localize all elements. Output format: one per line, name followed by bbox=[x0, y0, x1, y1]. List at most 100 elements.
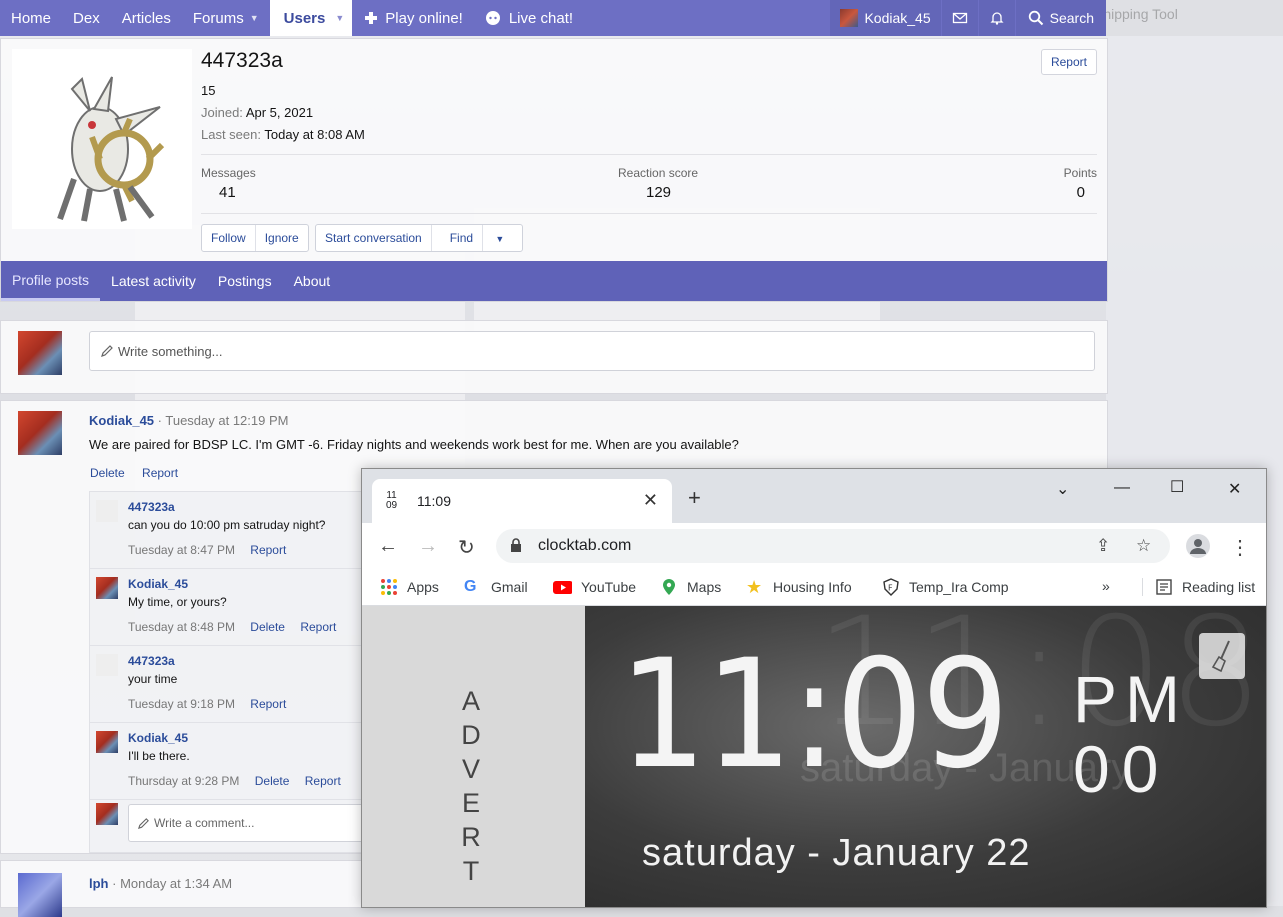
avatar[interactable] bbox=[96, 500, 118, 522]
maximize-icon[interactable]: ☐ bbox=[1170, 477, 1184, 497]
avatar[interactable] bbox=[96, 731, 118, 753]
profile-last-seen: Last seen: Today at 8:08 AM bbox=[201, 127, 365, 142]
post-author[interactable]: lph bbox=[89, 876, 109, 891]
follow-button[interactable]: Follow bbox=[202, 225, 256, 251]
comment-meta: Tuesday at 8:48 PM Delete Report bbox=[128, 620, 336, 634]
star-icon[interactable]: ☆ bbox=[1136, 536, 1151, 556]
minimize-icon[interactable]: — bbox=[1114, 479, 1130, 497]
tab-about[interactable]: About bbox=[283, 261, 342, 301]
post-time[interactable]: · Monday at 1:34 AM bbox=[112, 876, 232, 891]
envelope-icon bbox=[952, 12, 967, 24]
profile-icon[interactable] bbox=[1186, 534, 1210, 558]
nav-dex[interactable]: Dex bbox=[62, 0, 111, 36]
report-comment-link[interactable]: Report bbox=[250, 543, 286, 557]
reload-icon[interactable]: ↻ bbox=[458, 535, 475, 560]
reading-list-button[interactable]: Reading list bbox=[1142, 578, 1255, 596]
close-window-icon[interactable]: ✕ bbox=[1228, 479, 1241, 499]
clocktab-page: A D V E R T 11:08 saturday - January 11:… bbox=[362, 606, 1266, 907]
chevron-down-icon[interactable]: ▼ bbox=[250, 13, 259, 23]
share-icon[interactable]: ⇪ bbox=[1096, 536, 1110, 556]
tab-latest-activity[interactable]: Latest activity bbox=[100, 261, 207, 301]
search-button[interactable]: Search bbox=[1015, 0, 1106, 36]
comment-author[interactable]: Kodiak_45 bbox=[128, 731, 188, 745]
ignore-button[interactable]: Ignore bbox=[256, 225, 308, 251]
nav-users-label: Users bbox=[283, 9, 326, 27]
post-actions: Delete Report bbox=[90, 466, 192, 480]
divider bbox=[1142, 578, 1143, 596]
avatar[interactable] bbox=[18, 873, 62, 917]
delete-comment-link[interactable]: Delete bbox=[255, 774, 290, 788]
tab-postings[interactable]: Postings bbox=[207, 261, 283, 301]
find-button[interactable]: Find ▼ bbox=[432, 225, 523, 251]
stat-reaction-score[interactable]: Reaction score 129 bbox=[618, 166, 698, 201]
theme-button[interactable] bbox=[1199, 633, 1245, 679]
avatar[interactable] bbox=[96, 654, 118, 676]
start-conversation-button[interactable]: Start conversation bbox=[316, 225, 432, 251]
bookmark-temp-ira-comp[interactable]: F Temp_Ira Comp bbox=[882, 578, 1009, 596]
post-author[interactable]: Kodiak_45 bbox=[89, 413, 154, 428]
post-time[interactable]: · Tuesday at 12:19 PM bbox=[158, 413, 289, 428]
plus-icon[interactable]: + bbox=[688, 485, 701, 511]
nav-forums-label: Forums bbox=[192, 9, 244, 27]
avatar[interactable] bbox=[18, 411, 62, 455]
comment-meta: Thursday at 9:28 PM Delete Report bbox=[128, 774, 341, 788]
stat-points-value: 0 bbox=[1076, 184, 1085, 201]
account-menu[interactable]: Kodiak_45 bbox=[830, 0, 941, 36]
report-comment-link[interactable]: Report bbox=[300, 620, 336, 634]
comment-author[interactable]: 447323a bbox=[128, 500, 175, 514]
stat-reaction-value: 129 bbox=[646, 184, 672, 201]
delete-post-link[interactable]: Delete bbox=[90, 466, 125, 480]
back-arrow-icon[interactable]: ← bbox=[378, 535, 398, 558]
nav-forums[interactable]: Forums ▼ bbox=[182, 0, 270, 36]
comment-author[interactable]: 447323a bbox=[128, 654, 175, 668]
snipping-tool-label: Snipping Tool bbox=[1094, 6, 1178, 22]
avatar bbox=[840, 9, 859, 27]
chevron-down-icon[interactable]: ▼ bbox=[335, 13, 344, 23]
alerts-button[interactable] bbox=[978, 0, 1015, 36]
nav-home[interactable]: Home bbox=[0, 0, 62, 36]
stat-points[interactable]: Points 0 bbox=[1062, 166, 1097, 201]
profile-avatar bbox=[12, 49, 192, 229]
top-navigation: Home Dex Articles Forums ▼ Users ▼ Play … bbox=[0, 0, 1106, 36]
svg-text:F: F bbox=[888, 584, 893, 593]
nav-play-online[interactable]: Play online! bbox=[352, 0, 474, 36]
report-comment-link[interactable]: Report bbox=[305, 774, 341, 788]
forward-arrow-icon[interactable]: → bbox=[418, 535, 438, 558]
inbox-button[interactable] bbox=[941, 0, 978, 36]
comment-time[interactable]: Tuesday at 8:48 PM bbox=[128, 620, 235, 634]
bookmark-gmail[interactable]: G Gmail bbox=[464, 578, 528, 596]
nav-live-chat[interactable]: Live chat! bbox=[474, 0, 584, 36]
tab-profile-posts[interactable]: Profile posts bbox=[1, 261, 101, 301]
browser-tab[interactable]: 11 09 11:09 ✕ bbox=[372, 479, 672, 523]
clock-display: 11:08 saturday - January 11:09 PM 00 sat… bbox=[585, 606, 1266, 907]
comment-time[interactable]: Tuesday at 9:18 PM bbox=[128, 697, 235, 711]
advert-letter: E bbox=[461, 788, 482, 818]
omnibox[interactable]: clocktab.com ⇪ ☆ bbox=[496, 529, 1170, 563]
clock-seconds: 00 bbox=[1073, 732, 1171, 806]
comment-time[interactable]: Tuesday at 8:47 PM bbox=[128, 543, 235, 557]
chevron-down-icon[interactable]: ⌄ bbox=[1056, 479, 1069, 499]
comment-text: I'll be there. bbox=[128, 749, 190, 763]
stat-messages[interactable]: Messages 41 bbox=[201, 166, 256, 201]
bookmark-label: Apps bbox=[407, 579, 439, 595]
bookmark-apps[interactable]: Apps bbox=[380, 578, 439, 596]
arceus-avatar-image bbox=[57, 76, 165, 222]
comment-time[interactable]: Thursday at 9:28 PM bbox=[128, 774, 239, 788]
report-comment-link[interactable]: Report bbox=[250, 697, 286, 711]
report-profile-button[interactable]: Report bbox=[1040, 49, 1097, 75]
nav-users[interactable]: Users ▼ bbox=[269, 0, 353, 36]
comment-author[interactable]: Kodiak_45 bbox=[128, 577, 188, 591]
avatar[interactable] bbox=[96, 577, 118, 599]
delete-comment-link[interactable]: Delete bbox=[250, 620, 285, 634]
nav-articles[interactable]: Articles bbox=[111, 0, 182, 36]
bookmark-housing-info[interactable]: ★ Housing Info bbox=[746, 578, 852, 596]
kebab-menu-icon[interactable]: ⋮ bbox=[1230, 535, 1250, 560]
write-something-input[interactable]: Write something... bbox=[89, 331, 1095, 371]
bookmark-maps[interactable]: Maps bbox=[660, 578, 721, 596]
bookmark-youtube[interactable]: YouTube bbox=[552, 578, 636, 596]
close-icon[interactable]: ✕ bbox=[643, 490, 658, 511]
advert-letter: T bbox=[462, 856, 482, 886]
bookmarks-overflow-button[interactable]: » bbox=[1102, 578, 1110, 594]
report-post-link[interactable]: Report bbox=[142, 466, 178, 480]
lock-icon[interactable] bbox=[510, 538, 522, 552]
